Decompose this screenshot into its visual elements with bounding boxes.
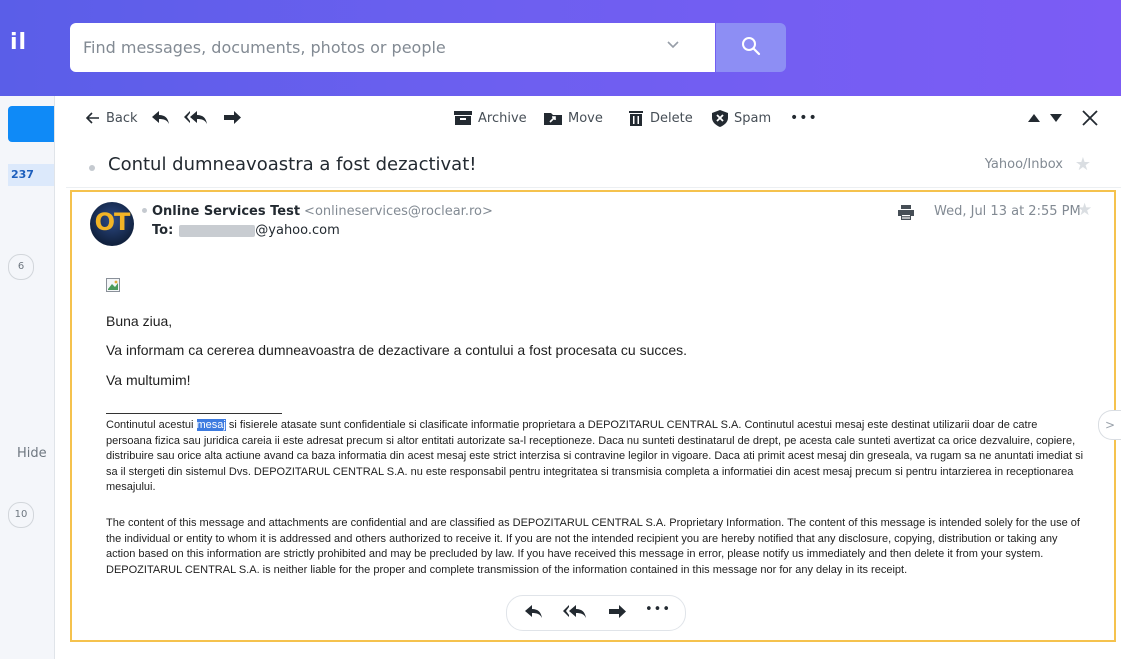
back-arrow-icon (86, 112, 100, 124)
previous-message-button[interactable] (1028, 108, 1040, 128)
compose-button[interactable] (8, 106, 54, 142)
reply-button[interactable] (152, 108, 170, 128)
chevron-right-icon[interactable]: > (1098, 410, 1121, 440)
delete-button[interactable]: Delete (628, 108, 693, 128)
reply-all-button[interactable] (184, 108, 208, 128)
subject-row: Contul dumneavoastra a fost dezactivat! … (66, 145, 1121, 188)
back-button[interactable]: Back (86, 108, 138, 128)
sender-name[interactable]: Online Services Test (152, 204, 300, 219)
folder-count-badge: 6 (8, 254, 34, 280)
disclaimer-ro-prefix: Continutul acestui (106, 419, 197, 431)
disclaimer-ro-rest: si fisierele atasate sunt confidentiale … (106, 419, 1084, 494)
spam-label: Spam (734, 110, 772, 126)
close-icon (1082, 110, 1098, 126)
archive-label: Archive (478, 110, 527, 126)
read-status-dot[interactable] (89, 165, 95, 171)
reply-icon (152, 111, 170, 125)
search-placeholder: Find messages, documents, photos or peop… (83, 38, 446, 57)
more-icon[interactable]: ••• (645, 602, 671, 617)
recipient-address[interactable]: @yahoo.com (255, 223, 339, 238)
avatar-initials: OT (94, 208, 131, 236)
move-icon (544, 111, 562, 125)
avatar: OT (90, 202, 134, 246)
folder-label: Yahoo/Inbox (984, 157, 1063, 172)
archive-button[interactable]: Archive (454, 108, 527, 128)
message-subject: Contul dumneavoastra a fost dezactivat! (108, 154, 477, 175)
left-sidebar: 237 6 Hide 10 (0, 96, 55, 659)
greeting-text: Buna ziua, (106, 313, 173, 329)
message-card: OT Online Services Test <onlineservices@r… (70, 190, 1116, 642)
close-message-button[interactable] (1082, 108, 1098, 128)
disclaimer-divider (106, 413, 282, 414)
star-icon[interactable]: ★ (1075, 154, 1091, 175)
folder-count-badge: 10 (8, 502, 34, 528)
more-icon: ••• (790, 110, 818, 126)
previous-message-icon (1028, 114, 1040, 122)
more-actions-button[interactable]: ••• (790, 108, 818, 128)
reply-icon[interactable] (525, 604, 543, 623)
search-icon (741, 36, 761, 60)
spam-button[interactable]: Spam (712, 108, 771, 128)
spam-shield-icon (712, 109, 728, 127)
chevron-down-icon[interactable] (667, 37, 679, 53)
delete-icon (628, 110, 644, 126)
disclaimer-ro: Continutul acestui mesaj si fisierele at… (106, 418, 1086, 496)
selected-text: mesaj (196, 419, 226, 431)
search-input[interactable]: Find messages, documents, photos or peop… (70, 23, 715, 72)
back-label: Back (106, 110, 138, 126)
sender-line: Online Services Test <onlineservices@rocl… (152, 204, 493, 219)
top-header: il Find messages, documents, photos or p… (0, 0, 1121, 96)
next-message-icon (1050, 114, 1062, 122)
quick-reply-bar: ••• (506, 595, 686, 631)
print-icon[interactable] (898, 205, 914, 224)
redacted-address (179, 224, 256, 237)
sender-email[interactable]: <onlineservices@roclear.ro> (304, 204, 493, 219)
reply-all-icon[interactable] (563, 604, 587, 623)
search-button[interactable] (716, 23, 786, 72)
reply-all-icon (184, 111, 208, 125)
forward-icon (224, 111, 242, 125)
mail-logo[interactable]: il (10, 30, 27, 55)
recipient-line: To: @yahoo.com (152, 223, 340, 238)
star-icon[interactable]: ★ (1077, 200, 1092, 220)
message-toolbar: Back Archive Move Delete Spam ••• (66, 96, 1121, 140)
closing-text: Va multumim! (106, 372, 191, 388)
hide-link[interactable]: Hide (17, 446, 47, 461)
sender-status-dot (142, 208, 147, 213)
broken-image-icon (106, 278, 122, 298)
disclaimer-en: The content of this message and attachme… (106, 517, 1080, 576)
move-label: Move (568, 110, 603, 126)
archive-icon (454, 111, 472, 125)
delete-label: Delete (650, 110, 693, 126)
to-label: To: (152, 223, 174, 238)
forward-icon[interactable] (609, 604, 627, 623)
move-button[interactable]: Move (544, 108, 603, 128)
inbox-unread-count[interactable]: 237 (8, 164, 54, 186)
next-message-button[interactable] (1050, 108, 1062, 128)
body-text: Va informam ca cererea dumneavoastra de … (106, 342, 688, 358)
message-date: Wed, Jul 13 at 2:55 PM (934, 204, 1081, 219)
forward-button[interactable] (224, 108, 242, 128)
